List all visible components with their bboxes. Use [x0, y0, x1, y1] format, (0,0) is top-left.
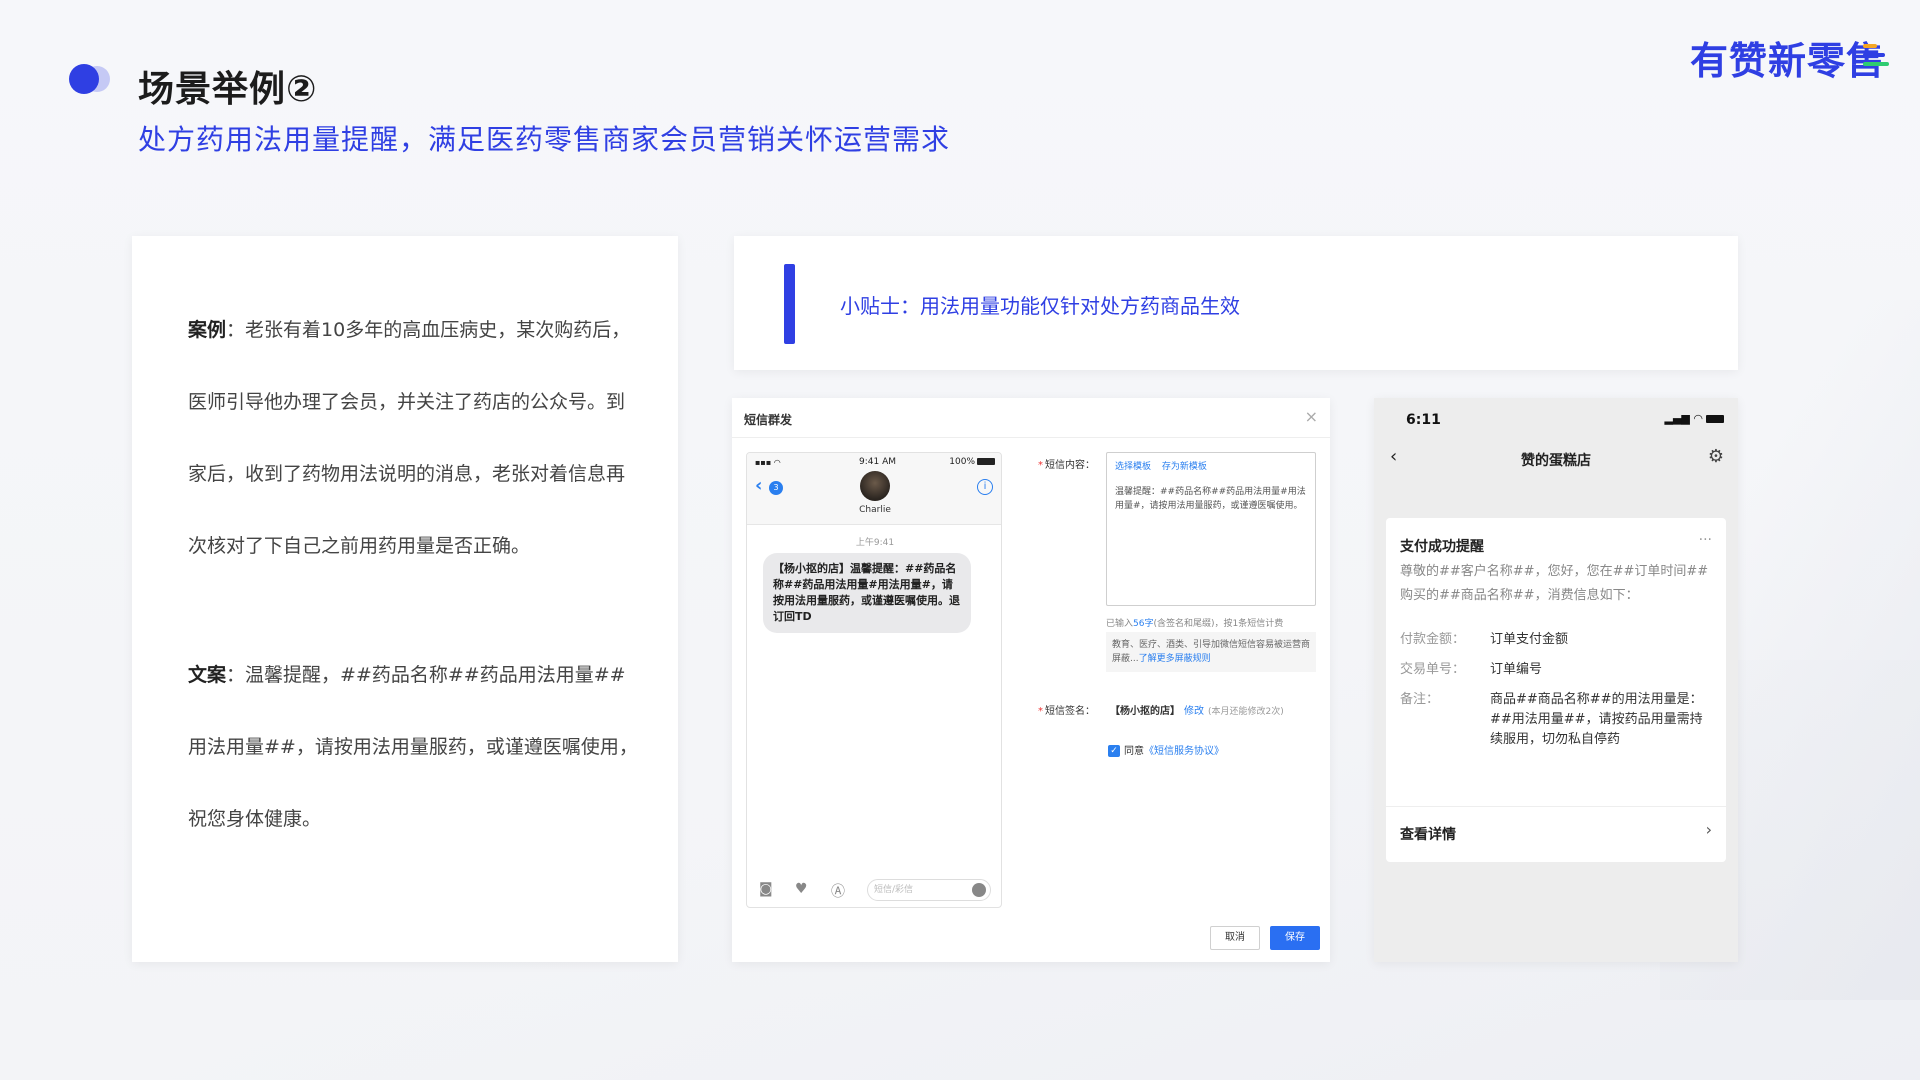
sms-content-label-text: 短信内容： [1045, 460, 1095, 471]
char-count-suffix: (含签名和尾缀)，按1条短信计费 [1153, 619, 1284, 629]
wx-status-icons: ▂▄▆ ◠ [1665, 412, 1724, 425]
save-button[interactable]: 保存 [1270, 926, 1320, 950]
divider [1386, 806, 1726, 807]
signature-edit-link[interactable]: 修改 [1184, 706, 1204, 717]
info-row: 付款金额： 订单支付金额 [1400, 630, 1710, 650]
case-text: ：老张有着10多年的高血压病史，某次购药后，医师引导他办理了会员，并关注了药店的… [188, 319, 631, 557]
block-rules-link[interactable]: 了解更多屏蔽规则 [1139, 654, 1211, 664]
char-count: 已输入56字(含签名和尾缀)，按1条短信计费 [1106, 616, 1283, 629]
microphone-icon[interactable] [972, 883, 986, 897]
contact-name: Charlie [859, 505, 891, 515]
back-chevron-icon[interactable]: ‹ [755, 475, 762, 496]
info-key: 付款金额： [1400, 632, 1466, 647]
notification-card: 支付成功提醒 ··· 尊敬的##客户名称##，您好，您在##订单时间##购买的#… [1386, 518, 1726, 862]
char-count-prefix: 已输入 [1106, 619, 1134, 629]
sms-content-text: 温馨提醒：##药品名称##药品用法用量#用法用量#，请按用法用量服药，或谨遵医嘱… [1115, 487, 1306, 511]
case-card: 案例：老张有着10多年的高血压病史，某次购药后，医师引导他办理了会员，并关注了药… [132, 236, 678, 962]
case-label: 案例 [188, 319, 227, 341]
info-value: 订单编号 [1490, 662, 1543, 677]
sms-warning: 教育、医疗、酒类、引导加微信短信容易被运营商屏蔽...了解更多屏蔽规则 [1106, 632, 1316, 672]
camera-icon[interactable]: ◙ [759, 881, 773, 897]
info-key: 备注： [1400, 692, 1440, 707]
title-decoration-dot [69, 64, 99, 94]
battery-icon [977, 458, 995, 465]
sms-content-label: * 短信内容： [1038, 460, 1095, 471]
tip-accent-bar [784, 264, 795, 344]
battery-indicator: 100% [949, 457, 995, 467]
signature-hint: (本月还能修改2次) [1208, 707, 1284, 717]
signal-icon: ▪▪▪ ◠ [755, 458, 781, 467]
wx-status-time: 6:11 [1406, 412, 1441, 428]
shop-name: 赞的蛋糕店 [1521, 453, 1591, 469]
tip-text: 小贴士：用法用量功能仅针对处方药商品生效 [840, 294, 1240, 318]
unread-badge: 3 [769, 481, 783, 495]
cancel-button[interactable]: 取消 [1210, 926, 1260, 950]
signature-label: * 短信签名： [1038, 706, 1095, 717]
phone-input-bar: ◙ ♥ Ⓐ 短信/彩信 [747, 873, 1001, 907]
gear-icon[interactable]: ⚙ [1708, 446, 1724, 467]
chevron-right-icon[interactable]: › [1706, 820, 1712, 839]
info-value: 商品##商品名称##的用法用量是：##用法用量##，请按药品用量需持续服用，切勿… [1490, 692, 1703, 747]
phone-header: ▪▪▪ ◠ 9:41 AM 100% ‹ 3 Charlie i [747, 453, 1001, 525]
char-count-value: 56字 [1133, 619, 1154, 629]
select-template-link[interactable]: 选择模板 [1115, 462, 1151, 472]
brand-bars-icon [1863, 44, 1889, 70]
battery-icon [1706, 415, 1724, 423]
signature-value: 【杨小抠的店】 修改 (本月还能修改2次) [1110, 702, 1284, 717]
signature-name: 【杨小抠的店】 [1110, 706, 1180, 717]
save-template-link[interactable]: 存为新模板 [1162, 462, 1207, 472]
message-input-placeholder: 短信/彩信 [874, 885, 914, 895]
wechat-notification-preview: 6:11 ▂▄▆ ◠ ‹ 赞的蛋糕店 ⚙ 支付成功提醒 ··· 尊敬的##客户名… [1374, 398, 1738, 962]
page-title: 场景举例② [138, 69, 318, 110]
dialog-header: 短信群发 × [732, 398, 1330, 438]
heart-icon[interactable]: ♥ [795, 881, 808, 897]
brand-logo: 有赞新零售 [1690, 39, 1886, 83]
copy-paragraph: 文案：温馨提醒，##药品名称##药品用法用量##用法用量##，请按用法用量服药，… [188, 639, 638, 855]
page-subtitle: 处方药用法用量提醒，满足医药零售商家会员营销关怀运营需求 [138, 123, 951, 156]
phone-time: 9:41 AM [859, 457, 896, 467]
case-paragraph: 案例：老张有着10多年的高血压病史，某次购药后，医师引导他办理了会员，并关注了药… [188, 294, 638, 582]
contact-avatar [860, 471, 890, 501]
agreement-row: ✓ 同意《短信服务协议》 [1108, 742, 1224, 757]
agree-text: 同意 [1124, 746, 1144, 757]
sms-phone-preview: ▪▪▪ ◠ 9:41 AM 100% ‹ 3 Charlie i 上午9:41 … [746, 452, 1002, 908]
info-icon[interactable]: i [977, 479, 993, 495]
sms-broadcast-dialog: 短信群发 × ▪▪▪ ◠ 9:41 AM 100% ‹ 3 Charlie i … [732, 398, 1330, 962]
close-icon[interactable]: × [1305, 407, 1318, 426]
message-time: 上午9:41 [855, 538, 895, 548]
notification-intro: 尊敬的##客户名称##，您好，您在##订单时间##购买的##商品名称##，消费信… [1400, 564, 1709, 603]
signal-wifi-icon: ▂▄▆ ◠ [1664, 412, 1703, 425]
battery-percent: 100% [949, 457, 975, 467]
info-row: 交易单号： 订单编号 [1400, 660, 1710, 680]
tip-card: 小贴士：用法用量功能仅针对处方药商品生效 [734, 236, 1738, 370]
template-actions: 选择模板 存为新模板 [1115, 459, 1215, 472]
more-icon[interactable]: ··· [1699, 532, 1712, 548]
message-input[interactable]: 短信/彩信 [867, 879, 991, 901]
info-value: 订单支付金额 [1490, 632, 1569, 647]
info-row: 备注： 商品##商品名称##的用法用量是：##用法用量##，请按药品用量需持续服用… [1400, 690, 1710, 750]
sms-content-textarea[interactable]: 选择模板 存为新模板 温馨提醒：##药品名称##药品用法用量#用法用量#，请按用… [1106, 452, 1316, 606]
app-store-icon[interactable]: Ⓐ [831, 881, 845, 901]
service-agreement-link[interactable]: 《短信服务协议》 [1144, 746, 1224, 757]
view-details-link[interactable]: 查看详情 [1400, 824, 1456, 844]
agree-checkbox[interactable]: ✓ [1108, 745, 1120, 757]
signature-label-text: 短信签名： [1045, 706, 1095, 717]
info-key: 交易单号： [1400, 662, 1466, 677]
sms-message-bubble: 【杨小抠的店】温馨提醒：##药品名称##药品用法用量#用法用量#，请按用法用量服… [763, 553, 971, 633]
copy-text: ：温馨提醒，##药品名称##药品用法用量##用法用量##，请按用法用量服药，或谨… [188, 664, 638, 830]
dialog-title: 短信群发 [744, 413, 793, 427]
notification-title: 支付成功提醒 [1400, 539, 1484, 555]
copy-label: 文案 [188, 664, 227, 686]
